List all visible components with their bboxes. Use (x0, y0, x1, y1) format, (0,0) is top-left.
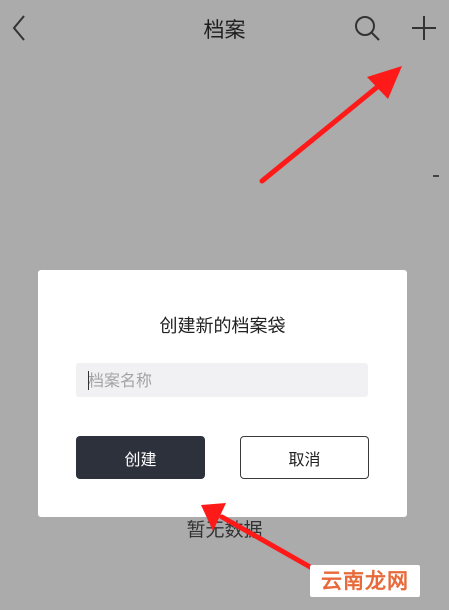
top-nav-bar: 档案 (0, 0, 449, 56)
create-folder-dialog: 创建新的档案袋 创建 取消 (38, 270, 407, 517)
plus-icon[interactable] (409, 13, 439, 43)
arrow-to-add-head (367, 66, 402, 99)
empty-state-text: 暂无数据 (186, 519, 263, 541)
watermark-logo: 云南龙网 (310, 565, 420, 597)
create-button[interactable]: 创建 (76, 436, 205, 479)
text-cursor (88, 371, 89, 390)
speck-mark (433, 175, 439, 177)
cancel-button[interactable]: 取消 (240, 436, 369, 479)
chevron-left-icon[interactable] (8, 12, 32, 44)
folder-name-input[interactable] (76, 363, 368, 397)
dialog-title: 创建新的档案袋 (159, 316, 286, 337)
arrow-to-add-shaft (259, 81, 384, 184)
search-icon[interactable] (352, 13, 382, 43)
